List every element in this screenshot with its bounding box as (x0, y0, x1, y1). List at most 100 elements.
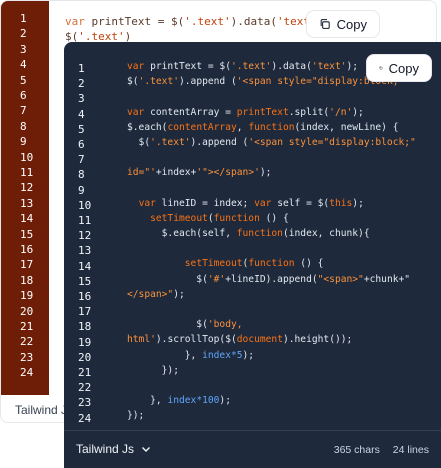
line-number: 5 (20, 73, 27, 87)
code-token: </span>" (127, 288, 174, 300)
code-token: self = $( (277, 197, 330, 209)
code-token: (index, newLine) { (294, 121, 399, 133)
line-number: 22 (78, 381, 92, 395)
code-block-dark: 1 2 3 4 5 6 7 8 9 10 11 12 13 14 15 16 17 18 19 20 21 22 23 24 … (64, 42, 441, 468)
code-token: contentArray (167, 121, 237, 133)
line-number-gutter: 1 2 3 4 5 6 7 8 9 10 11 12 13 14 15 16 17 18 19 20 21 22 23 24 (64, 42, 112, 432)
code-token: var (127, 61, 151, 72)
code-token: () { (294, 258, 324, 270)
code-token: function (248, 258, 295, 270)
code-token: ); (259, 167, 272, 179)
code-token: '#' (207, 273, 226, 285)
line-number: 17 (78, 305, 92, 319)
line-number: 15 (78, 274, 92, 288)
line-number: 20 (78, 350, 92, 364)
code-token: $( (127, 136, 151, 148)
line-number: 16 (78, 290, 92, 303)
code-token: ); (352, 106, 364, 118)
code-content: var printText = $('.text').data('text');… (65, 15, 330, 45)
language-label: Tailwind Js (76, 442, 135, 456)
code-token: .split( (288, 106, 330, 118)
line-number: 12 (78, 229, 92, 243)
code-token: index*5 (202, 349, 243, 361)
code-token: index*100 (167, 395, 220, 407)
code-token: ).data( (271, 61, 312, 72)
line-number: 18 (78, 320, 92, 334)
code-token: printText (236, 106, 289, 118)
code-token: '<span style="display:block;" (248, 136, 416, 148)
code-token: ).height()); (282, 334, 353, 346)
line-number: 7 (20, 104, 27, 118)
line-number: 5 (78, 122, 85, 136)
line-number: 9 (78, 183, 85, 197)
line-number: 14 (20, 212, 34, 226)
code-token: +lineID).append( (225, 273, 318, 285)
code-token: function (236, 228, 283, 240)
code-token: ); (173, 288, 185, 300)
code-token: }); (127, 410, 145, 422)
code-token: id="' (127, 167, 156, 179)
copy-button[interactable]: Copy (366, 54, 432, 82)
line-number: 23 (20, 350, 34, 364)
line-number: 12 (20, 181, 34, 195)
code-token: ).append ( (190, 136, 249, 148)
line-number: 7 (78, 153, 85, 167)
code-token: '.text' (184, 15, 231, 28)
line-number: 13 (78, 244, 92, 258)
code-token: $.each( (127, 121, 168, 133)
line-number: 9 (20, 135, 27, 149)
code-token: printText = $( (91, 15, 185, 28)
code-token: ); (352, 197, 364, 209)
code-token: $( (127, 319, 208, 331)
code-line: $('.text').append ('<span style="display… (127, 136, 416, 151)
code-line: $('body, (127, 318, 416, 333)
copy-button[interactable]: Copy (306, 10, 380, 38)
code-token: html' (127, 334, 156, 346)
line-number: 22 (20, 335, 34, 349)
line-number: 17 (20, 258, 34, 272)
code-token: () { (259, 212, 289, 224)
code-token: $.each(self, (127, 228, 237, 240)
line-number: 24 (78, 411, 92, 425)
line-number: 10 (20, 150, 34, 164)
code-token: ); (346, 61, 359, 72)
line-number: 11 (78, 214, 92, 227)
line-number: 23 (78, 396, 92, 410)
code-token: "<span>" (317, 273, 364, 285)
line-number: 20 (20, 304, 34, 318)
code-token: '.text' (138, 76, 179, 88)
line-number: 15 (20, 227, 34, 241)
line-number: 16 (20, 243, 34, 256)
code-token: , (236, 121, 249, 133)
copy-icon (320, 19, 330, 29)
line-count: 24 lines (392, 444, 429, 456)
chevron-down-icon (142, 447, 151, 452)
code-line: $.each(contentArray, function(index, new… (127, 121, 416, 136)
code-footer: Tailwind Js 365 chars 24 lines (64, 430, 441, 468)
code-token: +index+ (155, 167, 197, 179)
code-line: id="'+index+'"></span>'); (127, 166, 416, 181)
code-line: var lineID = index; var self = $(this); (127, 197, 416, 212)
line-number: 24 (20, 366, 34, 380)
line-number: 10 (78, 198, 92, 212)
code-token: function (213, 212, 260, 224)
code-token: 'text' (311, 61, 347, 72)
code-token: setTimeout (184, 258, 243, 270)
copy-icon (379, 66, 383, 70)
copy-label: Copy (336, 16, 367, 32)
code-line: </span>"); (127, 288, 416, 303)
code-token: setTimeout (150, 212, 208, 224)
code-line: var printText = $('.text').data('text'); (65, 15, 330, 30)
code-line: html').scrollTop($(document).height()); (127, 333, 416, 348)
line-number: 11 (20, 166, 34, 179)
code-line: }, index*5); (127, 349, 416, 364)
line-number: 8 (78, 168, 85, 182)
line-number: 6 (20, 89, 27, 102)
language-select[interactable]: Tailwind Js (76, 442, 152, 456)
line-number: 19 (78, 335, 92, 349)
